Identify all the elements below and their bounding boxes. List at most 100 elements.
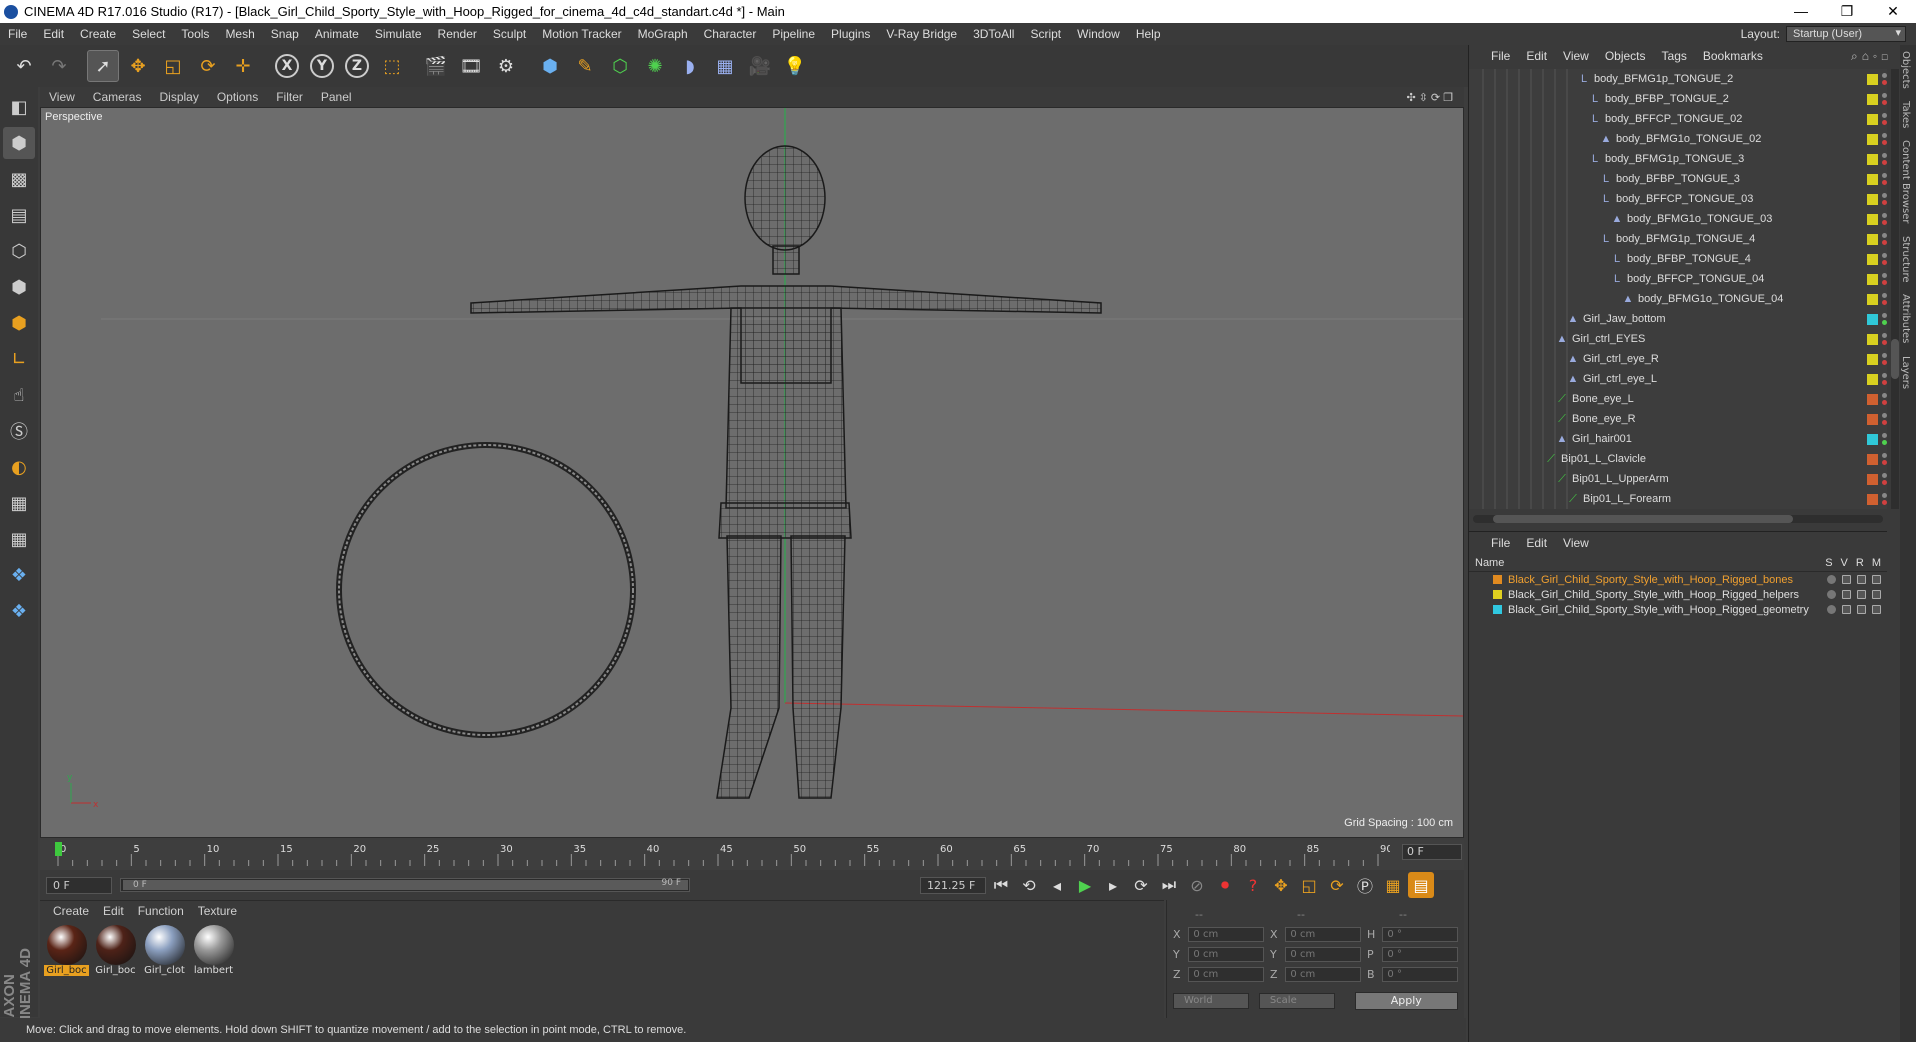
visibility-dot[interactable]: [1882, 293, 1887, 298]
layer-toggle-icons[interactable]: [1827, 590, 1881, 599]
visibility-dot[interactable]: [1882, 373, 1887, 378]
object-row[interactable]: Lbody_BFFCP_TONGUE_03: [1469, 189, 1887, 209]
render-dot[interactable]: [1882, 360, 1887, 365]
timeline-scale[interactable]: 0 5 10 15 20 25 30 35 40 45 50 55 60 65 70 75 80 85 90: [50, 840, 1390, 870]
visibility-dot[interactable]: [1882, 193, 1887, 198]
render-view-icon[interactable]: 🎬: [420, 50, 452, 82]
object-row[interactable]: Lbody_BFMG1p_TONGUE_4: [1469, 229, 1887, 249]
render-dot[interactable]: [1882, 220, 1887, 225]
key-parameter-icon[interactable]: Ⓟ: [1352, 872, 1378, 898]
render-dot[interactable]: [1882, 380, 1887, 385]
material-swatch[interactable]: Girl_boc: [93, 925, 138, 976]
layout-dropdown[interactable]: Startup (User): [1786, 26, 1906, 42]
cloner-icon[interactable]: ✺: [639, 50, 671, 82]
object-row[interactable]: ⟋ Bone_eye_L: [1469, 389, 1887, 409]
play-icon[interactable]: ▶: [1072, 872, 1098, 898]
object-row[interactable]: ▲ Girl_Jaw_bottom: [1469, 309, 1887, 329]
timeline-ruler[interactable]: 0 5 10 15 20 25 30 35 40 45 50 55 60 65 70 75 80 85 90 0 F: [40, 840, 1464, 870]
pen-spline-icon[interactable]: ✎: [569, 50, 601, 82]
visibility-dot[interactable]: [1882, 393, 1887, 398]
render-dot[interactable]: [1882, 500, 1887, 505]
material-swatch[interactable]: lambert: [191, 925, 236, 976]
menu-pipeline[interactable]: Pipeline: [764, 27, 823, 41]
material-menu-edit[interactable]: Edit: [96, 904, 131, 918]
menu-mesh[interactable]: Mesh: [217, 27, 262, 41]
solo-dot[interactable]: [1827, 605, 1836, 614]
motion-record-icon[interactable]: ⊘: [1184, 872, 1210, 898]
visibility-dot[interactable]: [1882, 413, 1887, 418]
tweak-mode-icon[interactable]: ☝: [3, 379, 35, 411]
coord-value-field[interactable]: 0 cm: [1285, 966, 1361, 982]
start-frame-field[interactable]: 0 F: [46, 876, 112, 894]
z-axis-lock-icon[interactable]: Z: [341, 50, 373, 82]
layer-row[interactable]: Black_Girl_Child_Sporty_Style_with_Hoop_…: [1469, 587, 1887, 602]
viewport-menu-view[interactable]: View: [40, 90, 84, 104]
object-row[interactable]: ⟋ Bip01_L_Clavicle: [1469, 449, 1887, 469]
timeline-window-icon[interactable]: ▤: [1408, 872, 1434, 898]
visibility-dot[interactable]: [1882, 353, 1887, 358]
layer-toggle-icons[interactable]: [1827, 605, 1881, 614]
menu-plugins[interactable]: Plugins: [823, 27, 878, 41]
key-position-icon[interactable]: ✥: [1268, 872, 1294, 898]
manager-toggle-icon[interactable]: [1872, 575, 1881, 584]
sidetab-takes[interactable]: Takes: [1900, 95, 1911, 134]
coord-value-field[interactable]: 0 °: [1382, 946, 1458, 962]
next-key-icon[interactable]: ⟳: [1128, 872, 1154, 898]
render-dot[interactable]: [1882, 120, 1887, 125]
visibility-dot[interactable]: [1882, 153, 1887, 158]
size-mode-dropdown[interactable]: Scale: [1258, 993, 1335, 1009]
coord-value-field[interactable]: 0 cm: [1188, 966, 1264, 982]
object-row[interactable]: ⟋ Bip01_L_Forearm: [1469, 489, 1887, 509]
layer-color-swatch[interactable]: [1867, 313, 1878, 325]
undo-icon[interactable]: ↶: [8, 50, 40, 82]
render-dot[interactable]: [1882, 300, 1887, 305]
material-menu-texture[interactable]: Texture: [191, 904, 244, 918]
solo-dot[interactable]: [1827, 575, 1836, 584]
texture-mode-icon[interactable]: ▩: [3, 163, 35, 195]
previous-key-icon[interactable]: ⟲: [1016, 872, 1042, 898]
layer-color-swatch[interactable]: [1867, 173, 1878, 185]
key-scale-icon[interactable]: ◱: [1296, 872, 1322, 898]
object-row[interactable]: ▲ Girl_ctrl_EYES: [1469, 329, 1887, 349]
material-swatch[interactable]: Girl_boc: [44, 925, 89, 976]
layer-color-swatch[interactable]: [1493, 590, 1502, 599]
layer-row[interactable]: Black_Girl_Child_Sporty_Style_with_Hoop_…: [1469, 572, 1887, 587]
make-editable-icon[interactable]: ◧: [3, 91, 35, 123]
menu-render[interactable]: Render: [430, 27, 485, 41]
apply-button[interactable]: Apply: [1354, 992, 1458, 1010]
sidetab-objects[interactable]: Objects: [1900, 45, 1911, 95]
model-mode-icon[interactable]: ⬢: [3, 127, 35, 159]
view-toggle-icon[interactable]: [1842, 605, 1851, 614]
render-dot[interactable]: [1882, 320, 1887, 325]
visibility-dot[interactable]: [1882, 213, 1887, 218]
rotate-tool-icon[interactable]: ⟳: [192, 50, 224, 82]
viewport-menu-cameras[interactable]: Cameras: [84, 90, 151, 104]
visibility-dot[interactable]: [1882, 433, 1887, 438]
menu-sculpt[interactable]: Sculpt: [485, 27, 534, 41]
go-to-start-icon[interactable]: ⏮: [988, 872, 1014, 898]
visibility-dot[interactable]: [1882, 253, 1887, 258]
menu-mograph[interactable]: MoGraph: [630, 27, 696, 41]
layer-color-swatch[interactable]: [1867, 73, 1878, 85]
go-to-end-icon[interactable]: ⏭: [1156, 872, 1182, 898]
render-dot[interactable]: [1882, 80, 1887, 85]
object-row[interactable]: Lbody_BFMG1p_TONGUE_3: [1469, 149, 1887, 169]
object-row[interactable]: ▲ body_BFMG1o_TONGUE_02: [1469, 129, 1887, 149]
layer-color-swatch[interactable]: [1867, 413, 1878, 425]
menu-motion-tracker[interactable]: Motion Tracker: [534, 27, 629, 41]
layer-color-swatch[interactable]: [1867, 213, 1878, 225]
hoop-mesh[interactable]: [336, 442, 636, 738]
layer-color-swatch[interactable]: [1867, 433, 1878, 445]
layer-color-swatch[interactable]: [1867, 453, 1878, 465]
deformer-icon[interactable]: ◗: [674, 50, 706, 82]
render-dot[interactable]: [1882, 340, 1887, 345]
polygons-mode-icon[interactable]: ⬢: [3, 307, 35, 339]
layer-color-swatch[interactable]: [1867, 393, 1878, 405]
magnet-icon[interactable]: ◐: [3, 451, 35, 483]
key-rotation-icon[interactable]: ⟳: [1324, 872, 1350, 898]
visibility-dot[interactable]: [1882, 473, 1887, 478]
render-settings-icon[interactable]: ⚙: [490, 50, 522, 82]
object-menu-file[interactable]: File: [1483, 49, 1518, 63]
coord-value-field[interactable]: 0 cm: [1188, 926, 1264, 942]
render-dot[interactable]: [1882, 400, 1887, 405]
